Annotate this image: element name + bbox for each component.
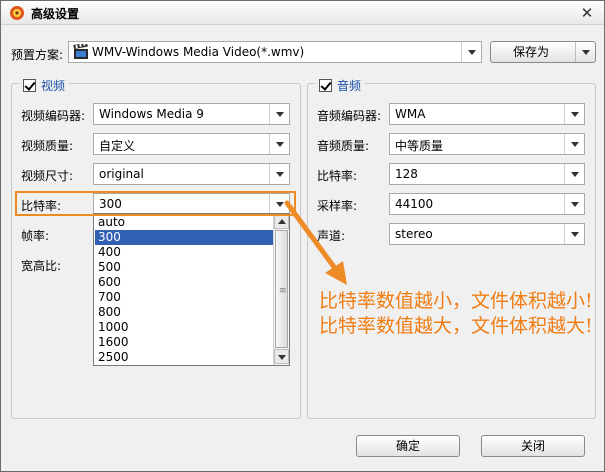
video-size-select[interactable]: original xyxy=(93,163,290,185)
chevron-down-icon[interactable] xyxy=(564,194,584,214)
chevron-down-icon[interactable] xyxy=(575,42,595,62)
annotation-line-2: 比特率数值越大，文件体积越大! xyxy=(319,315,593,337)
chevron-down-icon[interactable] xyxy=(269,164,289,184)
title-bar: 高级设置 ✕ xyxy=(1,1,604,25)
audio-bitrate-select[interactable]: 128 xyxy=(389,163,585,185)
chevron-down-icon[interactable] xyxy=(564,104,584,124)
video-framerate-label: 帧率: xyxy=(21,229,50,243)
annotation-arrow-icon xyxy=(284,200,347,285)
chevron-down-icon[interactable] xyxy=(269,134,289,154)
list-item[interactable]: 400 xyxy=(95,245,274,260)
audio-encoder-label: 音频编码器: xyxy=(317,109,382,123)
chevron-down-icon[interactable] xyxy=(269,104,289,124)
list-item[interactable]: 300 xyxy=(95,230,274,245)
video-group-header[interactable]: 视频 xyxy=(19,77,70,93)
close-icon[interactable]: ✕ xyxy=(578,4,596,22)
list-item[interactable]: 800 xyxy=(95,305,274,320)
bitrate-highlight-box xyxy=(15,191,296,216)
ok-button[interactable]: 确定 xyxy=(356,435,460,457)
window-title: 高级设置 xyxy=(31,7,80,21)
audio-group-header[interactable]: 音频 xyxy=(315,77,366,93)
chevron-down-icon[interactable] xyxy=(564,164,584,184)
list-item[interactable]: 600 xyxy=(95,275,274,290)
list-item[interactable]: auto xyxy=(95,215,274,230)
list-item[interactable]: 700 xyxy=(95,290,274,305)
video-quality-label: 视频质量: xyxy=(21,139,74,153)
audio-channel-select[interactable]: stereo xyxy=(389,223,585,245)
video-size-label: 视频尺寸: xyxy=(21,169,74,183)
audio-samplerate-select[interactable]: 44100 xyxy=(389,193,585,215)
app-logo-icon xyxy=(10,6,24,20)
audio-encoder-select[interactable]: WMA xyxy=(389,103,585,125)
video-enable-checkbox[interactable] xyxy=(23,78,36,92)
list-item[interactable]: 2500 xyxy=(95,350,274,365)
chevron-down-icon[interactable] xyxy=(564,224,584,244)
scroll-down-icon[interactable] xyxy=(274,349,289,364)
audio-quality-select[interactable]: 中等质量 xyxy=(389,133,585,155)
preset-label: 预置方案: xyxy=(11,48,64,62)
bitrate-dropdown-list[interactable]: auto 300 400 500 600 700 800 1000 1600 2… xyxy=(93,213,290,366)
video-encoder-label: 视频编码器: xyxy=(21,109,86,123)
audio-bitrate-label: 比特率: xyxy=(317,169,358,183)
video-group-title: 视频 xyxy=(41,78,66,93)
list-item[interactable]: 500 xyxy=(95,260,274,275)
video-clapper-icon xyxy=(73,44,88,59)
save-as-button[interactable]: 保存为 xyxy=(490,41,596,63)
list-item[interactable]: 1600 xyxy=(95,335,274,350)
list-item[interactable]: 1000 xyxy=(95,320,274,335)
chevron-down-icon[interactable] xyxy=(564,134,584,154)
video-aspect-label: 宽高比: xyxy=(21,259,62,273)
video-encoder-select[interactable]: Windows Media 9 xyxy=(93,103,290,125)
audio-group-title: 音频 xyxy=(337,78,362,93)
audio-quality-label: 音频质量: xyxy=(317,139,370,153)
chevron-down-icon[interactable] xyxy=(461,42,481,62)
preset-select[interactable]: WMV-Windows Media Video(*.wmv) xyxy=(68,41,482,63)
advanced-settings-dialog: 高级设置 ✕ 预置方案: WMV-Windows Media Video(*.w… xyxy=(0,0,605,472)
annotation-line-1: 比特率数值越小，文件体积越小! xyxy=(319,290,593,312)
audio-enable-checkbox[interactable] xyxy=(319,78,332,92)
preset-value: WMV-Windows Media Video(*.wmv) xyxy=(92,45,305,59)
video-quality-select[interactable]: 自定义 xyxy=(93,133,290,155)
close-button[interactable]: 关闭 xyxy=(481,435,585,457)
